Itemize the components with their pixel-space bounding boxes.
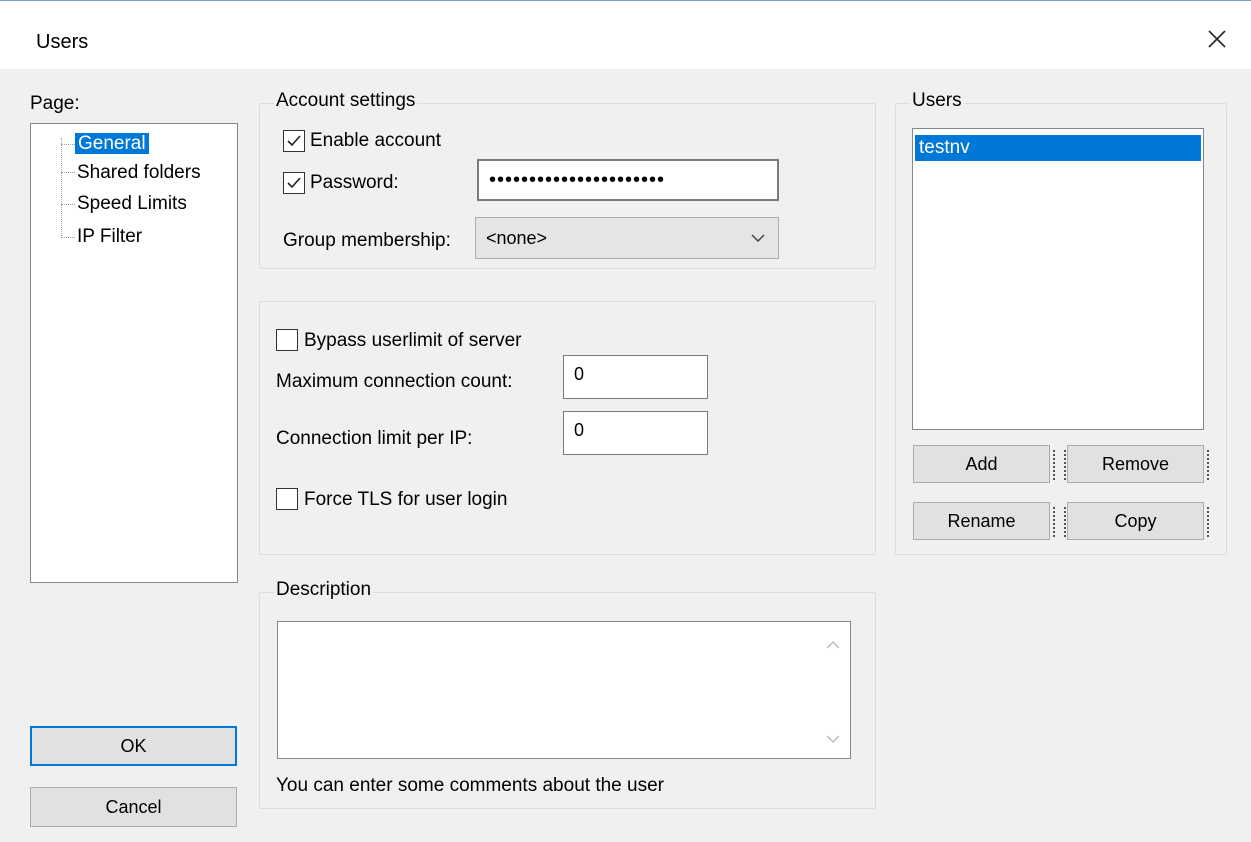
password-field[interactable]: ••••••••••••••••••••••: [477, 159, 779, 201]
chevron-up-icon: [826, 640, 840, 649]
title-bar: Users: [0, 1, 1251, 69]
rename-user-button[interactable]: Rename: [913, 502, 1055, 540]
chevron-down-icon: [751, 234, 765, 243]
copy-user-label: Copy: [1114, 510, 1157, 531]
per-ip-limit-input[interactable]: 0: [563, 411, 708, 455]
cancel-button[interactable]: Cancel: [30, 787, 237, 827]
remove-user-button[interactable]: Remove: [1064, 445, 1209, 483]
tree-connector: [61, 138, 62, 238]
tree-item-speed-limits[interactable]: Speed Limits: [77, 190, 187, 218]
description-hint: You can enter some comments about the us…: [276, 775, 664, 796]
max-connection-input[interactable]: 0: [563, 355, 708, 399]
tree-item-general[interactable]: General: [75, 130, 149, 158]
users-dialog: Users Page: General Shared folders Speed…: [0, 0, 1251, 842]
tree-item-label: IP Filter: [77, 226, 143, 247]
description-textarea[interactable]: [277, 621, 851, 759]
group-membership-value: <none>: [486, 227, 548, 248]
cancel-label: Cancel: [105, 796, 162, 817]
tree-item-label: Speed Limits: [77, 193, 187, 214]
window-title: Users: [36, 31, 89, 53]
enable-account-label[interactable]: Enable account: [310, 130, 441, 152]
checkmark-icon: [287, 177, 301, 189]
ok-button[interactable]: OK: [30, 726, 237, 766]
tree-item-label: General: [75, 133, 149, 154]
scroll-down-button[interactable]: [824, 730, 842, 748]
chevron-down-icon: [826, 735, 840, 744]
user-list-item[interactable]: testnv: [915, 135, 1201, 161]
bypass-userlimit-label[interactable]: Bypass userlimit of server: [304, 330, 522, 352]
tree-item-label: Shared folders: [77, 162, 201, 183]
add-user-button[interactable]: Add: [913, 445, 1055, 483]
scroll-up-button[interactable]: [824, 636, 842, 654]
tree-connector: [61, 237, 75, 238]
remove-user-label: Remove: [1101, 453, 1170, 474]
button-separator: [1207, 507, 1209, 537]
tree-connector: [61, 204, 75, 205]
per-ip-limit-value: 0: [574, 420, 585, 440]
button-separator: [1207, 450, 1209, 480]
button-separator: [1053, 450, 1055, 480]
rename-user-label: Rename: [947, 510, 1016, 531]
close-icon: [1208, 30, 1226, 48]
tree-item-shared-folders[interactable]: Shared folders: [77, 159, 201, 187]
password-label[interactable]: Password:: [310, 172, 399, 194]
force-tls-label[interactable]: Force TLS for user login: [304, 489, 507, 511]
password-checkbox[interactable]: [283, 172, 305, 194]
description-title: Description: [274, 579, 374, 601]
add-user-label: Add: [965, 453, 998, 474]
copy-user-button[interactable]: Copy: [1064, 502, 1209, 540]
tree-connector: [61, 172, 75, 173]
page-tree[interactable]: General Shared folders Speed Limits IP F…: [30, 123, 238, 583]
button-separator: [1064, 450, 1066, 480]
tree-item-ip-filter[interactable]: IP Filter: [77, 223, 142, 251]
per-ip-limit-label: Connection limit per IP:: [276, 428, 473, 449]
user-name: testnv: [919, 137, 970, 158]
tree-connector: [61, 144, 75, 145]
group-membership-select[interactable]: <none>: [475, 217, 779, 259]
max-connection-value: 0: [574, 364, 585, 384]
users-title: Users: [910, 90, 964, 112]
button-separator: [1064, 507, 1066, 537]
max-connection-label: Maximum connection count:: [276, 371, 513, 392]
checkmark-icon: [287, 135, 301, 147]
page-label: Page:: [30, 93, 80, 114]
password-value: ••••••••••••••••••••••: [489, 168, 666, 191]
bypass-userlimit-checkbox[interactable]: [276, 329, 298, 351]
force-tls-checkbox[interactable]: [276, 488, 298, 510]
account-settings-title: Account settings: [274, 90, 418, 112]
group-membership-label: Group membership:: [283, 230, 451, 251]
close-button[interactable]: [1201, 23, 1233, 55]
enable-account-checkbox[interactable]: [283, 130, 305, 152]
ok-label: OK: [120, 735, 147, 756]
users-list[interactable]: testnv: [912, 128, 1204, 430]
button-separator: [1053, 507, 1055, 537]
